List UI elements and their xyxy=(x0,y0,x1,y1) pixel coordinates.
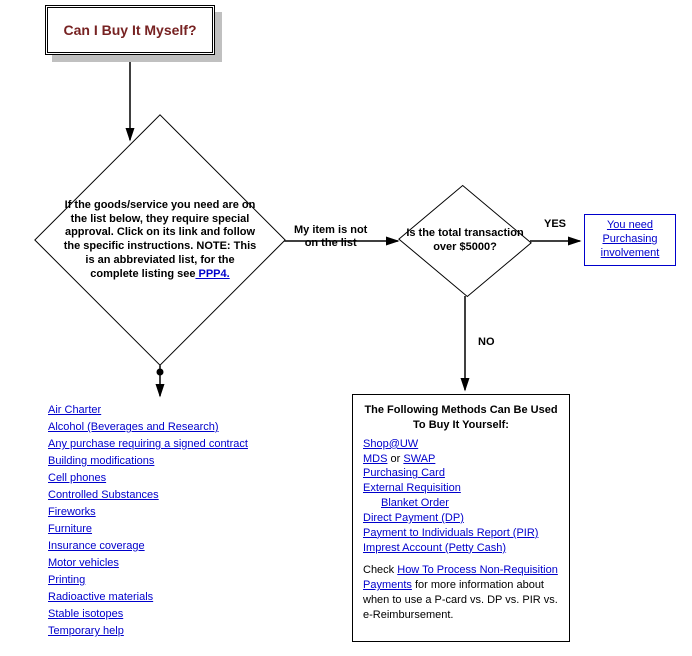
list-item[interactable]: Printing xyxy=(48,572,328,589)
edge-label-no: NO xyxy=(478,336,495,349)
methods-box: The Following Methods Can Be Used To Buy… xyxy=(352,394,570,642)
edge-label-yes: YES xyxy=(544,218,566,231)
list-item[interactable]: Building modifications xyxy=(48,453,328,470)
methods-footer: Check How To Process Non-Requisition Pay… xyxy=(363,563,559,622)
method-shop-uw[interactable]: Shop@UW xyxy=(363,437,559,452)
decision-special-approval: If the goods/service you need are on the… xyxy=(35,115,285,365)
method-mds[interactable]: MDS xyxy=(363,453,387,465)
or-text: or xyxy=(387,453,403,465)
list-item[interactable]: Insurance coverage xyxy=(48,538,328,555)
method-pir[interactable]: Payment to Individuals Report (PIR) xyxy=(363,526,559,541)
method-mds-swap-row: MDS or SWAP xyxy=(363,452,559,467)
special-approval-list: Air Charter Alcohol (Beverages and Resea… xyxy=(48,402,328,640)
method-external-requisition[interactable]: External Requisition xyxy=(363,481,559,496)
list-item[interactable]: Motor vehicles xyxy=(48,555,328,572)
list-item[interactable]: Any purchase requiring a signed contract xyxy=(48,436,328,453)
method-direct-payment[interactable]: Direct Payment (DP) xyxy=(363,511,559,526)
methods-title: The Following Methods Can Be Used To Buy… xyxy=(363,403,559,433)
list-item[interactable]: Cell phones xyxy=(48,470,328,487)
method-swap[interactable]: SWAP xyxy=(403,453,435,465)
purchasing-involvement-link[interactable]: You need Purchasing involvement xyxy=(585,219,675,260)
list-item[interactable]: Alcohol (Beverages and Research) xyxy=(48,419,328,436)
decision2-content: Is the total transaction over $5000? xyxy=(395,185,535,297)
edge-label-not-on-list: My item is not on the list xyxy=(294,224,367,250)
purchasing-involvement-box: You need Purchasing involvement xyxy=(584,214,676,266)
list-item[interactable]: Fireworks xyxy=(48,504,328,521)
title-text: Can I Buy It Myself? xyxy=(63,22,196,39)
flowchart-canvas: Can I Buy It Myself? If the goods/servic… xyxy=(0,0,692,656)
list-item[interactable]: Temporary help xyxy=(48,623,328,640)
ppp4-link[interactable]: PPP4. xyxy=(195,268,229,280)
methods-footer-pre: Check xyxy=(363,564,397,576)
list-item[interactable]: Controlled Substances xyxy=(48,487,328,504)
method-purchasing-card[interactable]: Purchasing Card xyxy=(363,466,559,481)
decision1-content: If the goods/service you need are on the… xyxy=(35,115,285,365)
title-box: Can I Buy It Myself? xyxy=(45,5,215,55)
decision2-text: Is the total transaction over $5000? xyxy=(395,227,535,255)
list-item[interactable]: Air Charter xyxy=(48,402,328,419)
list-item[interactable]: Stable isotopes xyxy=(48,606,328,623)
list-item[interactable]: Radioactive materials xyxy=(48,589,328,606)
list-item[interactable]: Furniture xyxy=(48,521,328,538)
method-imprest-account[interactable]: Imprest Account (Petty Cash) xyxy=(363,541,559,556)
method-blanket-order[interactable]: Blanket Order xyxy=(363,496,559,511)
decision-over-5000: Is the total transaction over $5000? xyxy=(395,185,535,297)
